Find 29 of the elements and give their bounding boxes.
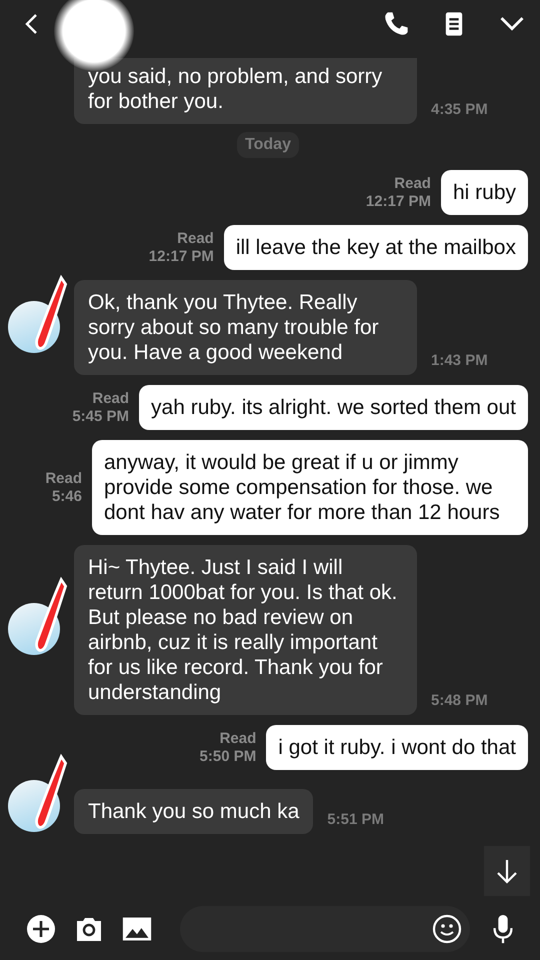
- message-bubble: yah ruby. its alright. we sorted them out: [139, 385, 528, 430]
- timestamp: 5:48 PM: [431, 692, 489, 711]
- read-status: Read: [177, 230, 214, 248]
- message-bubble: ill leave the key at the mailbox: [224, 225, 528, 270]
- read-status: Read: [220, 730, 256, 748]
- message-bubble: hi ruby: [440, 170, 528, 215]
- timestamp: 12:17 PM: [148, 248, 214, 266]
- timestamp: 5:51 PM: [327, 811, 385, 830]
- timestamp: 12:17 PM: [366, 192, 431, 210]
- timestamp: 1:43 PM: [431, 352, 489, 371]
- message-bubble: Thank you so much ka: [74, 789, 314, 834]
- message-bubble: i got it ruby. i wont do that: [266, 725, 528, 770]
- message-bubble: Ok, thank you Thytee. Really sorry about so many trouble for you. Have a good weekend: [74, 280, 417, 375]
- scroll-down-button[interactable]: [484, 846, 530, 896]
- timestamp: 5:45 PM: [72, 408, 130, 426]
- message-bubble: anyway, it would be great if u or jimmy provide some compensation for those. we dont hav any water for more than 12 hours: [92, 440, 528, 535]
- timestamp: 5:50 PM: [200, 748, 256, 766]
- emoji-icon[interactable]: [432, 914, 462, 944]
- read-status: Read: [92, 390, 130, 408]
- message-input[interactable]: [180, 906, 470, 952]
- message-bubble: Hi~ Thytee. Just I said I will return 1000bat for you. Is that ok. But please no bad review on airbnb, cuz it is really important for us like record. Thank you for understanding: [74, 545, 417, 715]
- message-bubble: you said, no problem, and sorry for bother you.: [74, 58, 417, 124]
- phone-icon[interactable]: [382, 10, 410, 38]
- timestamp: 5:46: [52, 488, 82, 506]
- read-status: Read: [394, 174, 431, 192]
- date-label: Today: [237, 132, 299, 158]
- read-status: Read: [45, 470, 82, 488]
- plus-icon[interactable]: [26, 914, 56, 944]
- timestamp: 4:35 PM: [431, 101, 489, 120]
